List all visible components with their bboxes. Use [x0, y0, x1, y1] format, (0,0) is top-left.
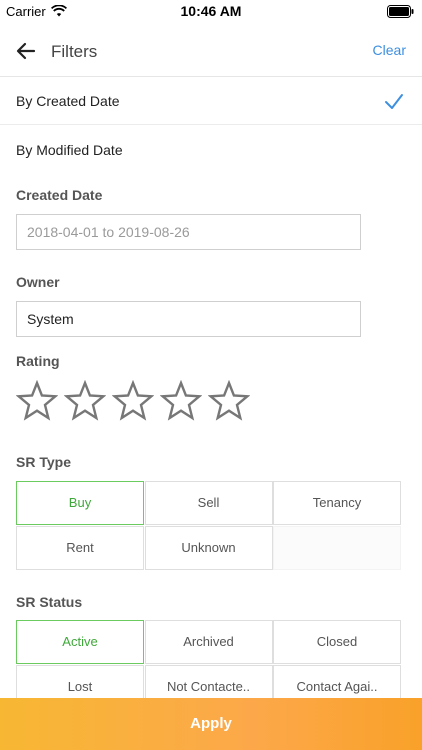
- rating-label: Rating: [16, 353, 60, 369]
- created-date-field[interactable]: [16, 214, 361, 250]
- sr-type-option[interactable]: Unknown: [144, 525, 273, 570]
- sort-option-modified-date[interactable]: By Modified Date: [0, 126, 422, 174]
- owner-field[interactable]: [16, 301, 361, 337]
- arrow-left-icon[interactable]: [14, 39, 38, 63]
- clock: 10:46 AM: [180, 3, 242, 19]
- status-bar: Carrier 10:46 AM: [0, 0, 422, 24]
- apply-button[interactable]: Apply: [0, 698, 422, 750]
- clear-button[interactable]: Clear: [373, 42, 406, 58]
- rating-stars: [16, 380, 256, 422]
- sort-option-label: By Modified Date: [16, 142, 123, 158]
- sr-type-label: SR Type: [16, 454, 71, 470]
- nav-bar: Filters Clear: [0, 24, 422, 77]
- star-icon[interactable]: [16, 380, 58, 422]
- star-icon[interactable]: [112, 380, 154, 422]
- page-title: Filters: [51, 42, 98, 61]
- sr-status-option[interactable]: Archived: [144, 620, 273, 664]
- battery-icon: [387, 5, 414, 18]
- star-icon[interactable]: [208, 380, 250, 422]
- sr-type-empty-cell: [273, 525, 401, 570]
- sr-type-option[interactable]: Rent: [16, 525, 144, 570]
- owner-label: Owner: [16, 274, 60, 290]
- sort-option-label: By Created Date: [16, 93, 120, 109]
- sr-type-option[interactable]: Buy: [16, 481, 144, 525]
- sort-option-created-date[interactable]: By Created Date: [0, 77, 422, 125]
- star-icon[interactable]: [160, 380, 202, 422]
- checkmark-icon: [385, 94, 403, 109]
- created-date-label: Created Date: [16, 187, 103, 203]
- sr-type-option[interactable]: Tenancy: [273, 481, 401, 525]
- sr-status-option[interactable]: Closed: [273, 620, 401, 664]
- star-icon[interactable]: [64, 380, 106, 422]
- sr-type-option[interactable]: Sell: [144, 481, 273, 525]
- sr-status-label: SR Status: [16, 594, 83, 610]
- sr-status-option[interactable]: Active: [16, 620, 144, 664]
